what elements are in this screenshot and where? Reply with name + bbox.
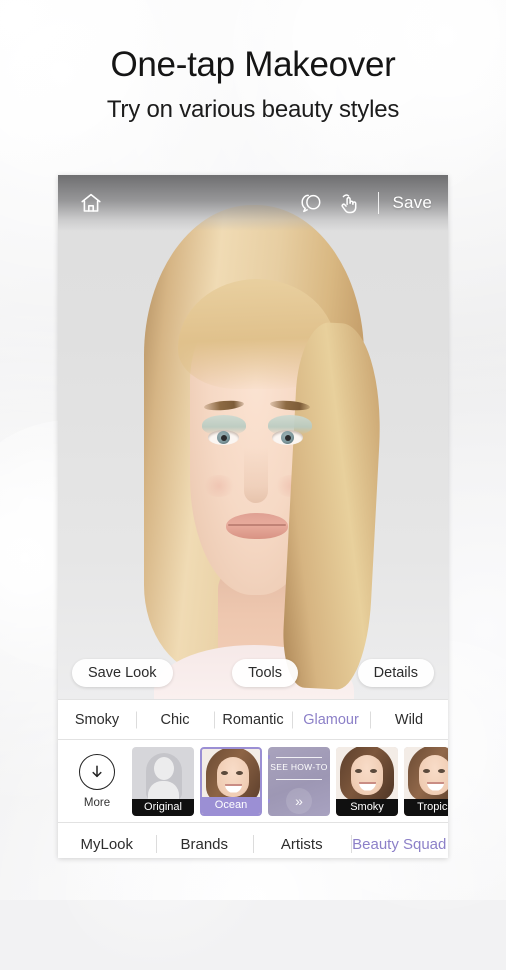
preview-eye-left — [355, 768, 362, 773]
eye-right — [272, 430, 303, 445]
more-label: More — [83, 796, 111, 809]
style-tab-wild[interactable]: Wild — [370, 712, 448, 728]
tools-button[interactable]: Tools — [232, 659, 299, 687]
photo-action-row: Save Look Tools Details — [58, 659, 448, 687]
preset-thumb-original[interactable]: Original — [132, 746, 194, 816]
preview-eye-left — [221, 770, 228, 775]
nav-item-mylook[interactable]: MyLook — [58, 836, 156, 853]
pupil-left — [221, 435, 227, 441]
home-icon[interactable] — [74, 186, 108, 220]
photo-editor-stage[interactable]: Save Save Look Tools Details — [58, 175, 448, 699]
preset-label: Smoky — [336, 798, 398, 816]
selection-handle — [268, 798, 270, 803]
editor-toolbar: Save — [58, 175, 448, 231]
nav-item-beauty-squad[interactable]: Beauty Squad — [351, 836, 449, 853]
nav-item-artists[interactable]: Artists — [253, 836, 351, 853]
save-look-button[interactable]: Save Look — [72, 659, 173, 687]
preview-eye-right — [236, 770, 243, 775]
lips — [226, 513, 288, 539]
more-presets-button[interactable]: More — [68, 753, 126, 809]
toolbar-divider — [378, 192, 380, 214]
nav-item-brands[interactable]: Brands — [156, 836, 254, 853]
preset-thumb-see-how-to[interactable]: SEE HOW-TO » — [268, 746, 330, 816]
hand-tap-icon[interactable] — [331, 186, 365, 220]
model-portrait-image — [58, 175, 448, 699]
promo-text-block: One-tap Makeover Try on various beauty s… — [0, 46, 506, 124]
preview-eye-left — [423, 768, 430, 773]
preset-thumb-ocean[interactable]: Ocean — [200, 746, 262, 816]
preset-thumbnail-row: More Original Ocean SEE HOW-TO » Smoky T… — [58, 740, 448, 823]
howto-label: SEE HOW-TO — [270, 761, 328, 772]
preview-eye-right — [438, 768, 445, 773]
nose — [244, 447, 268, 503]
hair-right-strand — [280, 321, 386, 691]
lip-line — [228, 524, 286, 526]
preview-eye-right — [370, 768, 377, 773]
style-tab-chic[interactable]: Chic — [136, 712, 214, 728]
bottom-navigation: MyLook Brands Artists Beauty Squad — [58, 823, 448, 858]
preset-label: Tropics — [404, 798, 448, 816]
preset-thumb-smoky[interactable]: Smoky — [336, 746, 398, 816]
preset-label: Ocean — [202, 796, 260, 814]
howto-rule — [276, 778, 322, 780]
save-button[interactable]: Save — [392, 193, 432, 213]
preset-thumb-tropics[interactable]: Tropics — [404, 746, 448, 816]
silhouette-head — [154, 756, 174, 780]
style-category-tabs: Smoky Chic Romantic Glamour Wild — [58, 699, 448, 740]
promo-subheadline: Try on various beauty styles — [106, 96, 400, 124]
details-button[interactable]: Details — [357, 659, 434, 687]
style-tab-glamour[interactable]: Glamour — [292, 712, 370, 728]
pupil-right — [285, 435, 291, 441]
selection-handle — [268, 754, 270, 759]
download-circle-icon — [79, 753, 115, 790]
preset-label: Original — [132, 798, 194, 816]
eye-left — [208, 430, 239, 445]
promo-headline: One-tap Makeover — [110, 45, 396, 84]
howto-rule — [276, 756, 322, 758]
style-tab-romantic[interactable]: Romantic — [214, 712, 292, 728]
compare-icon[interactable] — [293, 186, 327, 220]
app-screenshot-panel: Save Save Look Tools Details Smoky Chic … — [58, 175, 448, 858]
double-chevron-right-icon: » — [286, 787, 312, 814]
style-tab-smoky[interactable]: Smoky — [58, 712, 136, 728]
